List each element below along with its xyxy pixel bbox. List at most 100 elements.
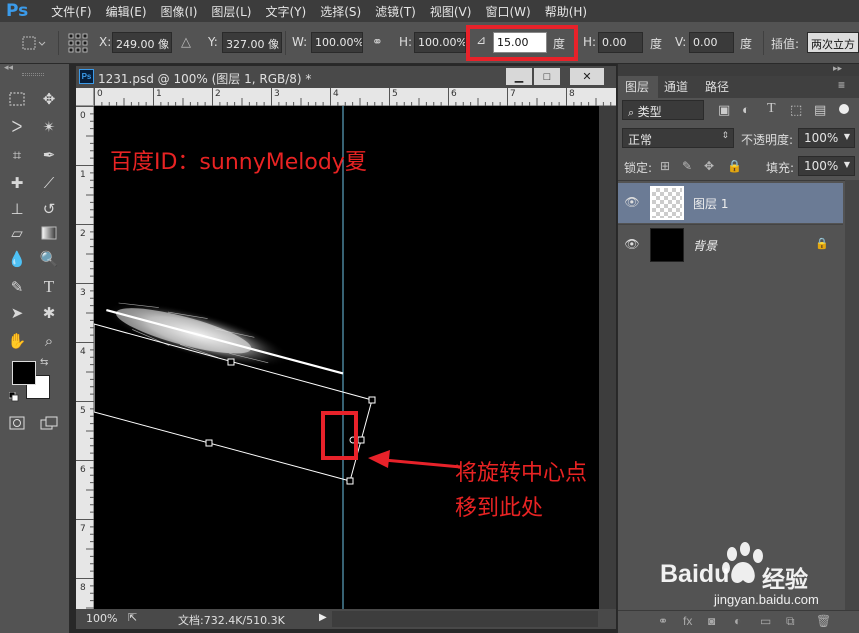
zoom-tool-icon[interactable]: ⌕: [38, 330, 60, 352]
eraser-icon[interactable]: ▱: [6, 222, 28, 244]
menu-image[interactable]: 图像(I): [154, 3, 205, 20]
minimize-button[interactable]: ▁: [506, 68, 532, 85]
layer-name[interactable]: 图层 1: [693, 195, 728, 212]
lock-label: 锁定:: [624, 161, 653, 175]
menu-type[interactable]: 文字(Y): [258, 3, 313, 20]
y-position-field[interactable]: 327.00 像: [222, 32, 282, 53]
fill-label: 填充:: [766, 161, 795, 175]
filter-type-icon[interactable]: T: [767, 101, 776, 117]
reference-point-icon[interactable]: [68, 33, 88, 53]
new-group-icon[interactable]: ▭: [760, 614, 771, 628]
hand-tool-icon[interactable]: ✋: [6, 330, 28, 352]
x-position-field[interactable]: 249.00 像: [112, 32, 172, 53]
filter-smart-icon[interactable]: ▤: [814, 102, 826, 118]
menu-view[interactable]: 视图(V): [423, 3, 479, 20]
horizontal-ruler[interactable]: 0 1 2 3 4 5 6 7 8: [94, 88, 616, 106]
tab-channels[interactable]: 通道: [664, 78, 688, 95]
x-label: X:: [99, 35, 112, 49]
default-colors-icon[interactable]: [8, 391, 19, 402]
collapse-icon[interactable]: ◂◂: [4, 62, 13, 73]
tab-paths[interactable]: 路径: [705, 78, 729, 95]
layer-filter-select[interactable]: ⌕ 类型: [622, 100, 704, 120]
horizontal-scrollbar[interactable]: [332, 611, 598, 627]
menu-help[interactable]: 帮助(H): [538, 3, 594, 20]
layer-row-layer1[interactable]: 👁 图层 1: [618, 183, 843, 223]
lock-pixels-icon[interactable]: ✎: [682, 159, 692, 173]
quick-mask-icon[interactable]: [6, 412, 28, 434]
screen-mode-icon[interactable]: [38, 412, 60, 434]
new-layer-icon[interactable]: ⧉: [786, 614, 795, 629]
separator: [763, 31, 764, 55]
menu-window[interactable]: 窗口(W): [478, 3, 537, 20]
baidu-brand: Baidu: [660, 560, 730, 588]
magic-wand-icon[interactable]: ✴: [38, 116, 60, 138]
export-icon[interactable]: ⇱: [128, 611, 137, 624]
image-canvas[interactable]: 百度ID：sunnyMelody夏: [94, 106, 599, 609]
vertical-scrollbar[interactable]: [599, 106, 616, 609]
layer-row-background[interactable]: 👁 背景 🔒: [618, 224, 843, 264]
gradient-icon[interactable]: [38, 222, 60, 244]
adjustment-layer-icon[interactable]: ◐: [734, 614, 741, 628]
panel-header-strip: ▸▸: [618, 63, 859, 76]
document-tab[interactable]: Ps 1231.psd @ 100% (图层 1, RGB/8) * ▁ □ ✕: [76, 66, 616, 88]
width-field[interactable]: 100.00%: [311, 32, 363, 53]
close-button[interactable]: ✕: [570, 68, 604, 85]
menu-file[interactable]: 文件(F): [44, 3, 98, 20]
opacity-field[interactable]: 100% ▼: [798, 128, 855, 148]
healing-brush-icon[interactable]: ✚: [6, 172, 28, 194]
clone-stamp-icon[interactable]: ⊥: [6, 198, 28, 220]
menu-layer[interactable]: 图层(L): [204, 3, 258, 20]
crop-tool-icon[interactable]: ⌗: [6, 144, 28, 166]
link-layers-icon[interactable]: ⚭: [658, 614, 668, 628]
ruler-label: 8: [569, 89, 575, 99]
interpolation-select[interactable]: 两次立方: [807, 32, 859, 53]
collapse-panel-icon[interactable]: ▸▸: [833, 63, 842, 74]
menu-bar: Ps 文件(F) 编辑(E) 图像(I) 图层(L) 文字(Y) 选择(S) 滤…: [0, 0, 859, 22]
filter-toggle-icon[interactable]: [839, 104, 849, 114]
add-mask-icon[interactable]: ◙: [708, 614, 715, 628]
vertical-ruler[interactable]: 0 1 2 3 4 5 6 7 8: [76, 106, 94, 609]
zoom-level[interactable]: 100%: [86, 612, 117, 625]
history-brush-icon[interactable]: ↺: [38, 198, 60, 220]
marquee-tool-icon[interactable]: [6, 88, 28, 110]
layer-name[interactable]: 背景: [693, 237, 717, 254]
filter-adjustment-icon[interactable]: ◐: [742, 102, 750, 117]
blend-mode-select[interactable]: 正常 ⇕: [622, 128, 734, 148]
eyedropper-icon[interactable]: ✒: [38, 144, 60, 166]
foreground-color-swatch[interactable]: [12, 361, 36, 385]
lock-transparency-icon[interactable]: ⊞: [660, 159, 670, 173]
ruler-label: 6: [80, 465, 86, 475]
fill-field[interactable]: 100% ▼: [798, 156, 855, 176]
type-tool-icon[interactable]: T: [38, 276, 60, 298]
path-selection-icon[interactable]: ➤: [6, 302, 28, 324]
lock-all-icon[interactable]: 🔒: [727, 159, 742, 173]
move-tool-icon[interactable]: ✥: [38, 88, 60, 110]
tab-layers[interactable]: 图层: [625, 78, 649, 95]
visibility-eye-icon[interactable]: 👁: [624, 195, 640, 211]
horizontal-skew-field[interactable]: 0.00: [598, 32, 643, 53]
visibility-eye-icon[interactable]: 👁: [624, 237, 640, 253]
vertical-skew-field[interactable]: 0.00: [689, 32, 734, 53]
brush-tool-icon[interactable]: ⟋: [38, 172, 60, 194]
dodge-tool-icon[interactable]: 🔍: [38, 248, 60, 270]
height-field[interactable]: 100.00%: [414, 32, 466, 53]
filter-image-icon[interactable]: ▣: [718, 102, 730, 118]
trash-icon[interactable]: 🗑: [816, 614, 831, 628]
shape-tool-icon[interactable]: ✱: [38, 302, 60, 324]
maximize-button[interactable]: □: [534, 68, 560, 85]
layer-style-icon[interactable]: fx: [683, 614, 692, 628]
transform-tool-icon[interactable]: [20, 34, 48, 52]
swap-colors-icon[interactable]: ⇆: [40, 357, 48, 368]
chevron-down-icon: ⇕: [721, 131, 729, 141]
panel-menu-icon[interactable]: ≡: [838, 78, 845, 92]
pen-tool-icon[interactable]: ✎: [6, 276, 28, 298]
status-menu-arrow-icon[interactable]: ▶: [319, 612, 327, 623]
link-icon[interactable]: ⚭: [372, 34, 383, 50]
menu-select[interactable]: 选择(S): [313, 3, 368, 20]
blur-tool-icon[interactable]: 💧: [6, 248, 28, 270]
lock-position-icon[interactable]: ✥: [704, 159, 714, 173]
menu-edit[interactable]: 编辑(E): [99, 3, 154, 20]
menu-filter[interactable]: 滤镜(T): [368, 3, 423, 20]
filter-shape-icon[interactable]: ⬚: [790, 102, 802, 118]
lasso-tool-icon[interactable]: ᐳ: [6, 116, 28, 138]
